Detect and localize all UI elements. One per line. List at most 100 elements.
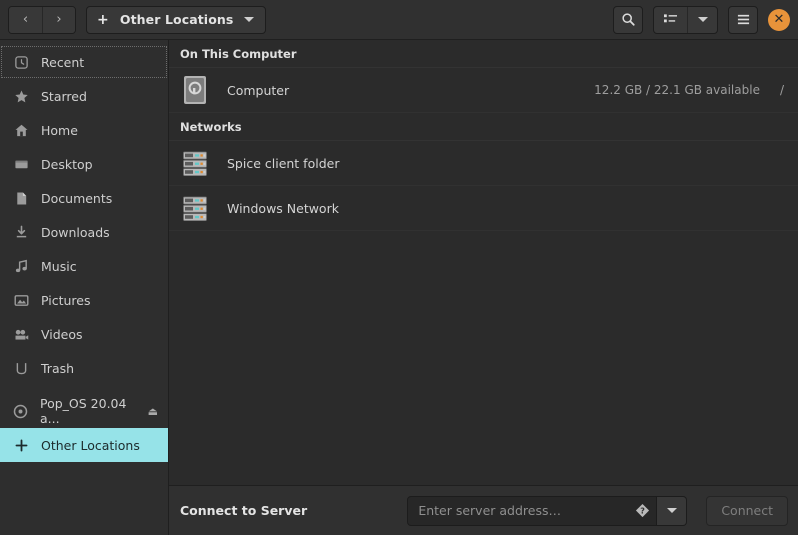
sidebar-item-trash[interactable]: Trash xyxy=(0,351,168,385)
network-server-icon xyxy=(183,196,207,221)
server-address-group: ? xyxy=(407,495,688,526)
place-capacity: 12.2 GB / 22.1 GB available xyxy=(594,83,760,97)
sidebar-item-downloads[interactable]: Downloads xyxy=(0,215,168,249)
connect-to-server-label: Connect to Server xyxy=(180,503,308,518)
clock-icon-wrap xyxy=(13,55,29,70)
sidebar-item-documents[interactable]: Documents xyxy=(0,181,168,215)
path-bar-label: Other Locations xyxy=(119,12,234,27)
group-header: Networks xyxy=(169,113,798,141)
picture-icon-wrap xyxy=(13,293,29,308)
star-icon-wrap xyxy=(13,89,29,104)
disc-icon xyxy=(13,404,28,418)
search-button[interactable] xyxy=(613,5,643,34)
star-icon xyxy=(14,90,28,102)
network-server-icon-wrap xyxy=(180,150,210,177)
desktop-icon-wrap xyxy=(13,157,29,172)
server-address-dropdown[interactable] xyxy=(657,495,688,526)
sidebar-item-home[interactable]: Home xyxy=(0,113,168,147)
sidebar-item-label: Music xyxy=(41,258,77,274)
main-menu-button[interactable] xyxy=(728,5,758,34)
place-row[interactable]: Computer 12.2 GB / 22.1 GB available / xyxy=(169,68,798,113)
sidebar-item-videos[interactable]: Videos xyxy=(0,317,168,351)
sidebar-item-label: Pop_OS 20.04 a... xyxy=(40,396,127,426)
place-label: Computer xyxy=(227,82,290,98)
eject-icon[interactable]: ⏏ xyxy=(148,405,158,418)
disc-icon-wrap xyxy=(13,404,28,419)
sidebar-item-label: Home xyxy=(41,122,78,138)
sidebar-item-label: Videos xyxy=(41,326,83,342)
connect-button[interactable]: Connect xyxy=(706,495,788,526)
sidebar-item-label: Documents xyxy=(41,190,113,206)
plus-icon xyxy=(15,439,27,451)
plus-icon-wrap xyxy=(13,438,29,453)
place-row[interactable]: Spice client folder xyxy=(169,141,798,186)
document-icon-wrap xyxy=(13,191,29,206)
search-icon xyxy=(621,13,635,26)
network-server-icon xyxy=(183,151,207,176)
network-server-icon-wrap xyxy=(180,195,210,222)
sidebar: Recent Starred Home Desktop Documents Downloa… xyxy=(0,40,169,535)
document-icon xyxy=(16,192,26,204)
close-icon: ✕ xyxy=(773,12,785,27)
desktop-icon xyxy=(14,160,28,168)
svg-text:?: ? xyxy=(641,507,646,516)
sidebar-item-label: Downloads xyxy=(41,224,110,240)
place-row[interactable]: Windows Network xyxy=(169,186,798,231)
sidebar-item-desktop[interactable]: Desktop xyxy=(0,147,168,181)
connect-button-label: Connect xyxy=(721,503,773,518)
place-label: Windows Network xyxy=(227,200,339,216)
view-options-group xyxy=(653,5,718,34)
sidebar-item-pop-os-20-04-a[interactable]: Pop_OS 20.04 a... ⏏ xyxy=(0,394,168,428)
main-panel: On This Computer Computer 12.2 GB / 22.1 G… xyxy=(169,40,798,535)
header-left-group: ‹ › + Other Locations xyxy=(8,5,267,34)
place-mount-point: / xyxy=(779,83,784,97)
sidebar-item-label: Starred xyxy=(41,88,87,104)
trash-icon-wrap xyxy=(13,361,29,376)
download-icon-wrap xyxy=(13,225,29,240)
sidebar-item-label: Desktop xyxy=(41,156,93,172)
hamburger-menu-icon xyxy=(737,14,749,25)
sidebar-item-music[interactable]: Music xyxy=(0,249,168,283)
sidebar-separator xyxy=(0,385,168,394)
clock-icon xyxy=(14,55,28,69)
plus-icon: + xyxy=(97,11,109,28)
view-options-dropdown[interactable] xyxy=(687,6,717,33)
server-address-field[interactable]: ? xyxy=(407,495,658,526)
chevron-down-icon xyxy=(666,508,677,513)
server-address-input[interactable] xyxy=(418,503,636,518)
drive-icon xyxy=(184,76,206,104)
close-window-button[interactable]: ✕ xyxy=(768,8,790,31)
sidebar-item-starred[interactable]: Starred xyxy=(0,79,168,113)
header-bar: ‹ › + Other Locations ✕ xyxy=(0,0,798,40)
place-label: Spice client folder xyxy=(227,155,340,171)
video-icon-wrap xyxy=(13,327,29,342)
view-list-button[interactable] xyxy=(654,7,687,33)
sidebar-item-other-locations[interactable]: Other Locations xyxy=(0,428,168,462)
group-header: On This Computer xyxy=(169,40,798,68)
music-icon-wrap xyxy=(13,259,29,274)
home-icon xyxy=(15,124,27,136)
sidebar-item-recent[interactable]: Recent xyxy=(0,45,168,79)
back-button[interactable]: ‹ xyxy=(9,6,42,33)
chevron-down-icon xyxy=(697,17,708,22)
sidebar-item-label: Pictures xyxy=(41,292,91,308)
navigation-button-group: ‹ › xyxy=(8,5,76,34)
video-icon xyxy=(15,329,28,340)
chevron-right-icon: › xyxy=(56,12,62,27)
download-icon xyxy=(16,225,26,237)
list-view-icon xyxy=(664,14,677,23)
help-icon[interactable]: ? xyxy=(635,503,650,518)
content-area: Recent Starred Home Desktop Documents Downloa… xyxy=(0,40,798,535)
chevron-down-icon xyxy=(244,17,255,22)
trash-icon xyxy=(16,362,26,374)
places-list: On This Computer Computer 12.2 GB / 22.1 G… xyxy=(169,40,798,485)
forward-button[interactable]: › xyxy=(42,6,75,33)
drive-icon-wrap xyxy=(180,75,210,105)
chevron-left-icon: ‹ xyxy=(22,12,29,27)
sidebar-item-label: Recent xyxy=(41,54,85,70)
sidebar-item-pictures[interactable]: Pictures xyxy=(0,283,168,317)
path-bar-button[interactable]: + Other Locations xyxy=(86,5,267,34)
sidebar-item-label: Other Locations xyxy=(41,437,140,453)
header-right-group: ✕ xyxy=(613,5,790,34)
home-icon-wrap xyxy=(13,123,29,138)
